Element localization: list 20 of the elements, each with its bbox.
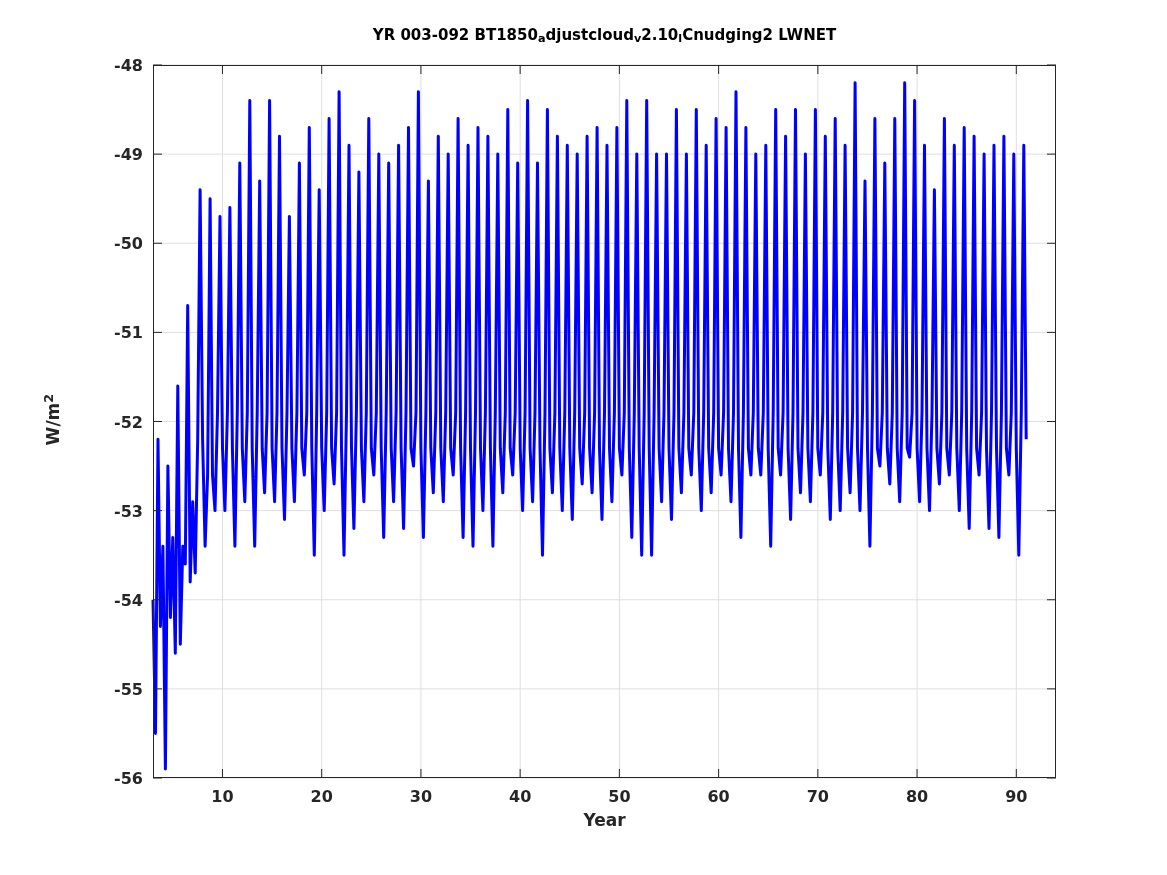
x-tick-label: 10 [211, 787, 234, 806]
x-tick-label: 90 [1005, 787, 1028, 806]
x-tick-label: 80 [905, 787, 929, 806]
y-tick-label: -48 [114, 56, 143, 75]
y-tick-label: -56 [114, 769, 143, 788]
x-tick-label: 60 [707, 787, 730, 806]
x-tick-label: 40 [509, 787, 532, 806]
y-tick-label: -54 [114, 590, 143, 610]
x-tick-label: 20 [310, 787, 333, 806]
y-tick-label: -51 [114, 323, 143, 343]
y-tick-label: -50 [114, 234, 143, 254]
y-tick-label: -53 [114, 501, 143, 521]
y-tick-label: -55 [114, 679, 143, 699]
y-tick-label: -49 [114, 145, 143, 165]
x-tick-label: 50 [608, 787, 631, 806]
chart-title: YR 003-092 BT1850$_{a}$djustcloud$_{v}$2.10$_{l}$Cnudging2 LWNET [372, 24, 837, 48]
x-tick-label: 70 [806, 787, 829, 806]
x-tick-label: 30 [409, 787, 433, 806]
y-tick-label: -52 [114, 412, 143, 432]
x-axis-label: Year [583, 810, 626, 830]
